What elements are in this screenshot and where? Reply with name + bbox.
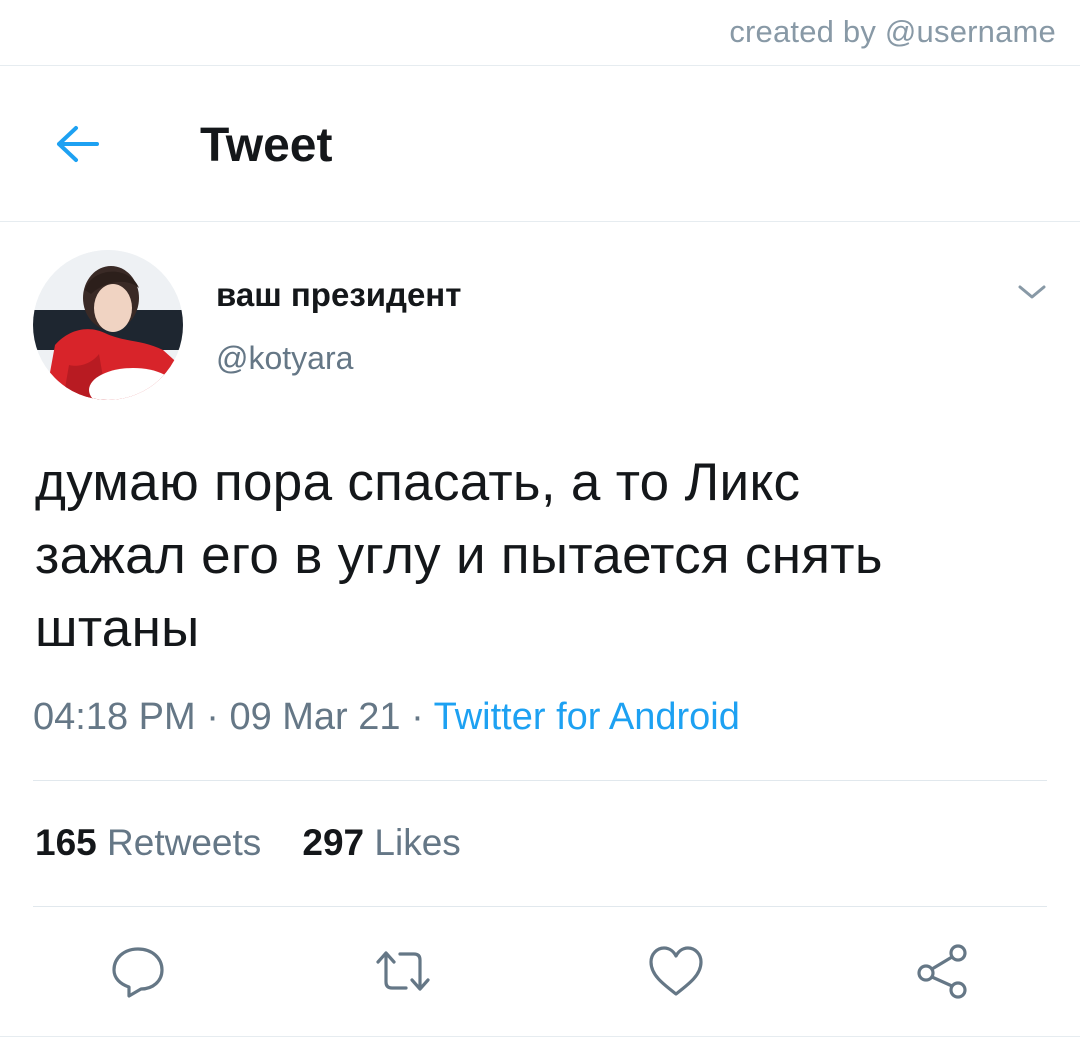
tweet-menu-button[interactable] xyxy=(1014,280,1050,304)
retweets-stat[interactable]: 165 Retweets xyxy=(35,822,261,863)
page-title: Tweet xyxy=(200,119,333,172)
back-button[interactable] xyxy=(50,122,102,166)
tweet-date[interactable]: 09 Mar 21 xyxy=(229,696,400,738)
profile-photo xyxy=(33,250,183,400)
share-icon xyxy=(917,944,967,999)
tweet-source-link[interactable]: Twitter for Android xyxy=(434,696,740,738)
retweets-label: Retweets xyxy=(107,822,262,863)
divider xyxy=(33,906,1047,907)
tweet-text-line: думаю пора спасать, а то Ликс xyxy=(35,453,801,512)
meta-separator: · xyxy=(400,696,434,738)
like-button[interactable] xyxy=(645,940,707,1002)
user-handle[interactable]: @kotyara xyxy=(216,340,353,377)
heart-icon xyxy=(649,946,703,996)
likes-count: 297 xyxy=(302,822,365,863)
share-button[interactable] xyxy=(912,940,974,1002)
arrow-left-icon xyxy=(57,126,99,162)
likes-label: Likes xyxy=(374,822,461,863)
retweet-button[interactable] xyxy=(372,940,434,1002)
tweet-time[interactable]: 04:18 PM xyxy=(33,696,196,738)
creator-credit: created by @username xyxy=(729,14,1056,49)
avatar[interactable] xyxy=(33,250,183,400)
tweet-text: думаю пора спасать, а то Ликс зажал его … xyxy=(35,446,1045,665)
tweet-text-line: зажал его в углу и пытается снять xyxy=(35,526,883,585)
likes-stat[interactable]: 297 Likes xyxy=(302,822,460,863)
tweet-meta: 04:18 PM · 09 Mar 21 · Twitter for Andro… xyxy=(33,696,740,739)
meta-separator: · xyxy=(195,696,230,738)
reply-button[interactable] xyxy=(107,940,169,1002)
chevron-down-icon xyxy=(1018,285,1046,299)
retweet-icon xyxy=(376,951,430,991)
display-name[interactable]: ваш президент xyxy=(216,276,461,314)
tweet-text-line: штаны xyxy=(35,599,200,658)
divider xyxy=(33,780,1047,781)
tweet-stats: 165 Retweets 297 Likes xyxy=(35,822,461,864)
retweets-count: 165 xyxy=(35,822,97,863)
app-header: Tweet xyxy=(0,66,1080,222)
bottom-divider xyxy=(0,1036,1080,1037)
reply-icon xyxy=(112,947,164,998)
credit-bar: created by @username xyxy=(0,0,1080,66)
